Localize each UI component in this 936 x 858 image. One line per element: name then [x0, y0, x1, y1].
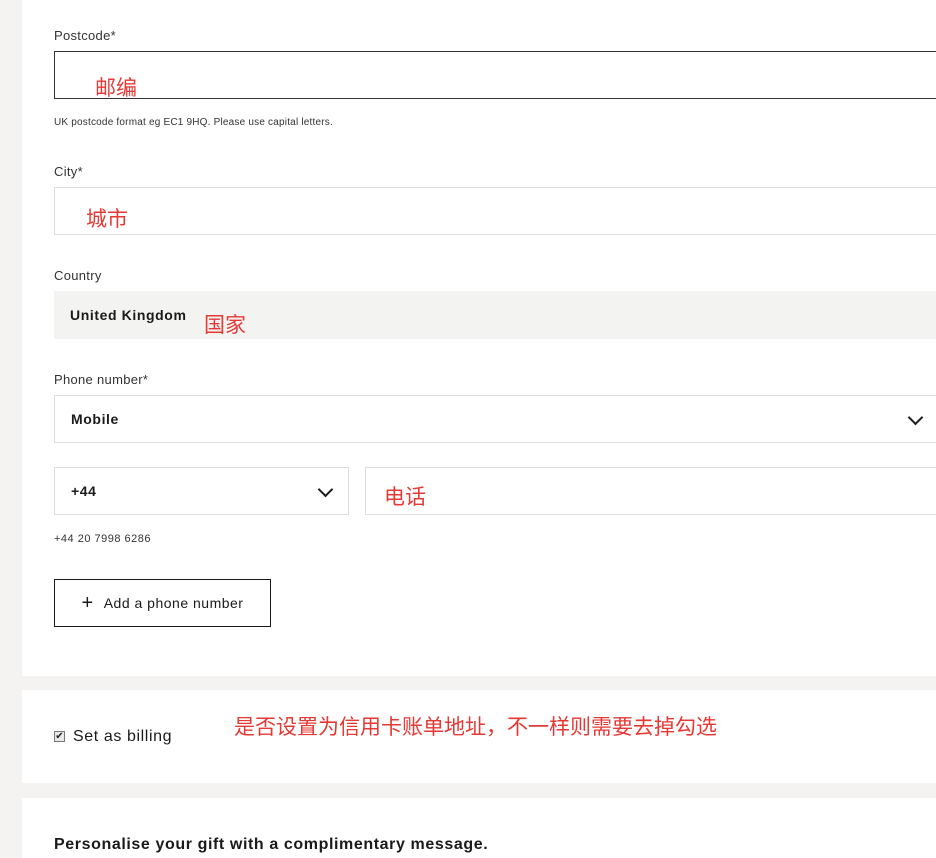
add-phone-number-label: Add a phone number: [103, 595, 244, 611]
city-input[interactable]: [54, 187, 936, 235]
city-label: City*: [54, 164, 83, 179]
postcode-label: Postcode*: [54, 28, 116, 43]
phone-hint: +44 20 7998 6286: [54, 533, 152, 545]
checkmark-icon: ✔: [55, 730, 64, 742]
postcode-annotation: 邮编: [95, 76, 137, 100]
phone-annotation: 电话: [384, 485, 426, 509]
checkout-address-page: Postcode* 邮编 UK postcode format eg EC1 9…: [0, 0, 936, 858]
add-phone-number-button[interactable]: + Add a phone number: [54, 579, 271, 627]
chevron-down-icon: [317, 481, 334, 498]
phone-number-input[interactable]: [365, 467, 936, 515]
phone-country-code-value: +44: [71, 483, 97, 499]
phone-label: Phone number*: [54, 372, 149, 387]
country-label: Country: [54, 268, 102, 283]
postcode-input[interactable]: [54, 51, 936, 99]
postcode-hint: UK postcode format eg EC1 9HQ. Please us…: [54, 117, 333, 128]
gift-message-title: Personalise your gift with a complimenta…: [54, 836, 489, 853]
phone-country-code-select[interactable]: +44: [54, 467, 349, 515]
country-value: United Kingdom: [70, 307, 187, 323]
set-as-billing-checkbox[interactable]: ✔: [54, 731, 65, 742]
country-field: United Kingdom: [54, 291, 936, 339]
city-annotation: 城市: [86, 207, 128, 231]
country-annotation: 国家: [204, 313, 246, 337]
plus-icon: +: [81, 592, 94, 614]
chevron-down-icon: [907, 409, 924, 426]
set-as-billing-label: Set as billing: [73, 728, 173, 745]
phone-type-value: Mobile: [71, 411, 119, 427]
billing-annotation: 是否设置为信用卡账单地址，不一样则需要去掉勾选: [234, 715, 717, 739]
phone-type-select[interactable]: Mobile: [54, 395, 936, 443]
